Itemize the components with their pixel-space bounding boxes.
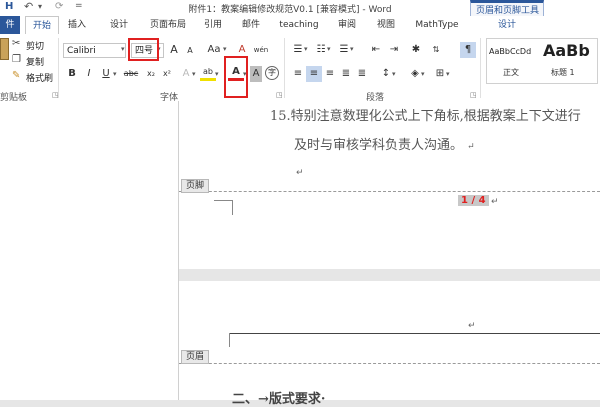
show-marks-icon[interactable]: ¶ bbox=[460, 42, 476, 58]
decrease-indent-icon[interactable]: ⇤ bbox=[368, 42, 384, 58]
context-tools-label: 页眉和页脚工具 bbox=[476, 6, 540, 16]
phonetic-guide-button[interactable]: wén bbox=[252, 42, 270, 58]
header-rule bbox=[229, 333, 600, 334]
tab-view[interactable]: 视图 bbox=[371, 16, 401, 34]
tab-header-footer-design[interactable]: 设计 bbox=[472, 16, 542, 34]
separator bbox=[480, 38, 481, 98]
style-heading1-label: 标题 1 bbox=[551, 68, 575, 77]
tab-review[interactable]: 审阅 bbox=[332, 16, 362, 34]
strikethrough-button[interactable]: abc bbox=[121, 66, 141, 82]
style-heading1-preview: AaBb bbox=[543, 41, 590, 60]
margin-corner-mark bbox=[214, 200, 233, 215]
borders-dropdown-icon[interactable]: ▾ bbox=[446, 70, 450, 78]
style-heading1[interactable]: AaBb 标题 1 bbox=[541, 39, 597, 83]
copy-icon[interactable]: ❐ bbox=[12, 54, 21, 65]
change-case-button[interactable]: Aa bbox=[203, 42, 225, 58]
tab-teaching[interactable]: teaching bbox=[276, 16, 322, 34]
page-number-field[interactable]: 1 / 4 bbox=[458, 195, 489, 206]
style-normal[interactable]: AaBbCcDd 正文 bbox=[487, 39, 541, 83]
enclose-characters-button[interactable]: 字 bbox=[265, 66, 279, 80]
header-left-tick bbox=[229, 333, 230, 347]
italic-button[interactable]: I bbox=[81, 66, 97, 82]
format-painter-button[interactable]: 格式刷 bbox=[26, 71, 53, 84]
header-boundary bbox=[179, 363, 600, 364]
highlight-dropdown-icon[interactable]: ▾ bbox=[215, 70, 219, 78]
tab-insert[interactable]: 插入 bbox=[62, 16, 92, 34]
page-1[interactable] bbox=[179, 101, 600, 269]
font-name-combo[interactable]: Calibri bbox=[63, 43, 126, 58]
footer-boundary bbox=[179, 191, 600, 192]
doc-line-1: 15.特别注意数理化公式上下角标,根据教案上下文进行 bbox=[270, 109, 581, 124]
style-normal-label: 正文 bbox=[503, 68, 519, 77]
footer-tag: 页脚 bbox=[181, 179, 210, 193]
paragraph-mark: ↵ bbox=[491, 197, 499, 207]
underline-dropdown-icon[interactable]: ▾ bbox=[113, 70, 117, 78]
paragraph-launcher-icon[interactable]: ◳ bbox=[470, 91, 477, 99]
paragraph-mark: ↵ bbox=[468, 321, 476, 331]
style-normal-preview: AaBbCcDd bbox=[489, 47, 532, 56]
tab-references[interactable]: 引用 bbox=[198, 16, 228, 34]
redo-icon[interactable]: ⟳ bbox=[55, 1, 63, 12]
doc-heading-2: 二、→版式要求· bbox=[232, 392, 326, 407]
shading-dropdown-icon[interactable]: ▾ bbox=[421, 70, 425, 78]
line-spacing-dropdown-icon[interactable]: ▾ bbox=[392, 70, 396, 78]
font-name-value: Calibri bbox=[67, 46, 96, 56]
character-shading-button[interactable]: A bbox=[250, 66, 262, 82]
header-tag: 页眉 bbox=[181, 350, 210, 364]
sort-icon[interactable]: ⇅ bbox=[428, 42, 444, 58]
highlight-button[interactable]: ab bbox=[200, 66, 216, 81]
cut-icon[interactable]: ✂ bbox=[12, 38, 20, 49]
title-bar: H ↶ ▾ ⟳ = 附件1：教案编辑修改规范V0.1 [兼容模式] - Word… bbox=[0, 0, 600, 16]
tab-mailings[interactable]: 邮件 bbox=[236, 16, 266, 34]
text-effects-dropdown-icon[interactable]: ▾ bbox=[192, 70, 196, 78]
multilevel-dropdown-icon[interactable]: ▾ bbox=[350, 45, 354, 53]
chinese-layout-icon[interactable]: ✱ bbox=[408, 42, 424, 58]
grow-font-button[interactable]: A bbox=[166, 42, 182, 58]
font-launcher-icon[interactable]: ◳ bbox=[276, 91, 283, 99]
save-icon[interactable]: H bbox=[5, 1, 13, 12]
navigation-pane bbox=[0, 101, 179, 400]
bullets-dropdown-icon[interactable]: ▾ bbox=[304, 45, 308, 53]
copy-button[interactable]: 复制 bbox=[26, 55, 44, 68]
tab-design[interactable]: 设计 bbox=[104, 16, 134, 34]
font-color-highlight-box bbox=[224, 56, 248, 98]
distributed-icon[interactable]: ≣ bbox=[354, 66, 370, 82]
align-right-icon[interactable]: ≡ bbox=[322, 66, 338, 82]
tab-mathtype[interactable]: MathType bbox=[410, 16, 464, 34]
customize-toolbar-icon[interactable]: = bbox=[75, 1, 83, 11]
numbering-dropdown-icon[interactable]: ▾ bbox=[327, 45, 331, 53]
format-painter-icon[interactable]: ✎ bbox=[12, 70, 20, 81]
tab-home[interactable]: 开始 bbox=[25, 16, 59, 35]
tab-page-layout[interactable]: 页面布局 bbox=[144, 16, 192, 34]
shrink-font-button[interactable]: A bbox=[182, 43, 198, 59]
paste-icon[interactable] bbox=[0, 38, 9, 60]
cut-button[interactable]: 剪切 bbox=[26, 39, 44, 52]
separator bbox=[58, 38, 59, 98]
font-size-highlight-box bbox=[128, 38, 159, 61]
underline-button[interactable]: U bbox=[98, 66, 114, 82]
change-case-dropdown-icon[interactable]: ▾ bbox=[223, 45, 227, 53]
subscript-button[interactable]: x₂ bbox=[143, 66, 159, 82]
page-2[interactable] bbox=[179, 281, 600, 400]
paragraph-mark: ↵ bbox=[296, 168, 304, 178]
window-title: 附件1：教案编辑修改规范V0.1 [兼容模式] - Word bbox=[188, 5, 392, 15]
superscript-button[interactable]: x² bbox=[159, 66, 175, 82]
doc-line-2-text: 及时与审核学科负责人沟通。 bbox=[294, 138, 464, 153]
increase-indent-icon[interactable]: ⇥ bbox=[386, 42, 402, 58]
align-left-icon[interactable]: ≡ bbox=[290, 66, 306, 82]
undo-dropdown-icon[interactable]: ▾ bbox=[38, 2, 42, 11]
undo-icon[interactable]: ↶ bbox=[24, 0, 33, 13]
paragraph-mark: ↵ bbox=[467, 142, 475, 152]
bold-button[interactable]: B bbox=[64, 66, 80, 82]
tab-file[interactable]: 件 bbox=[0, 16, 20, 34]
justify-icon[interactable]: ≣ bbox=[338, 66, 354, 82]
doc-line-2: 及时与审核学科负责人沟通。 ↵ bbox=[294, 134, 475, 153]
separator bbox=[284, 38, 285, 98]
font-name-dropdown-icon[interactable]: ▾ bbox=[121, 45, 125, 53]
align-center-icon[interactable]: ≡ bbox=[306, 66, 322, 82]
